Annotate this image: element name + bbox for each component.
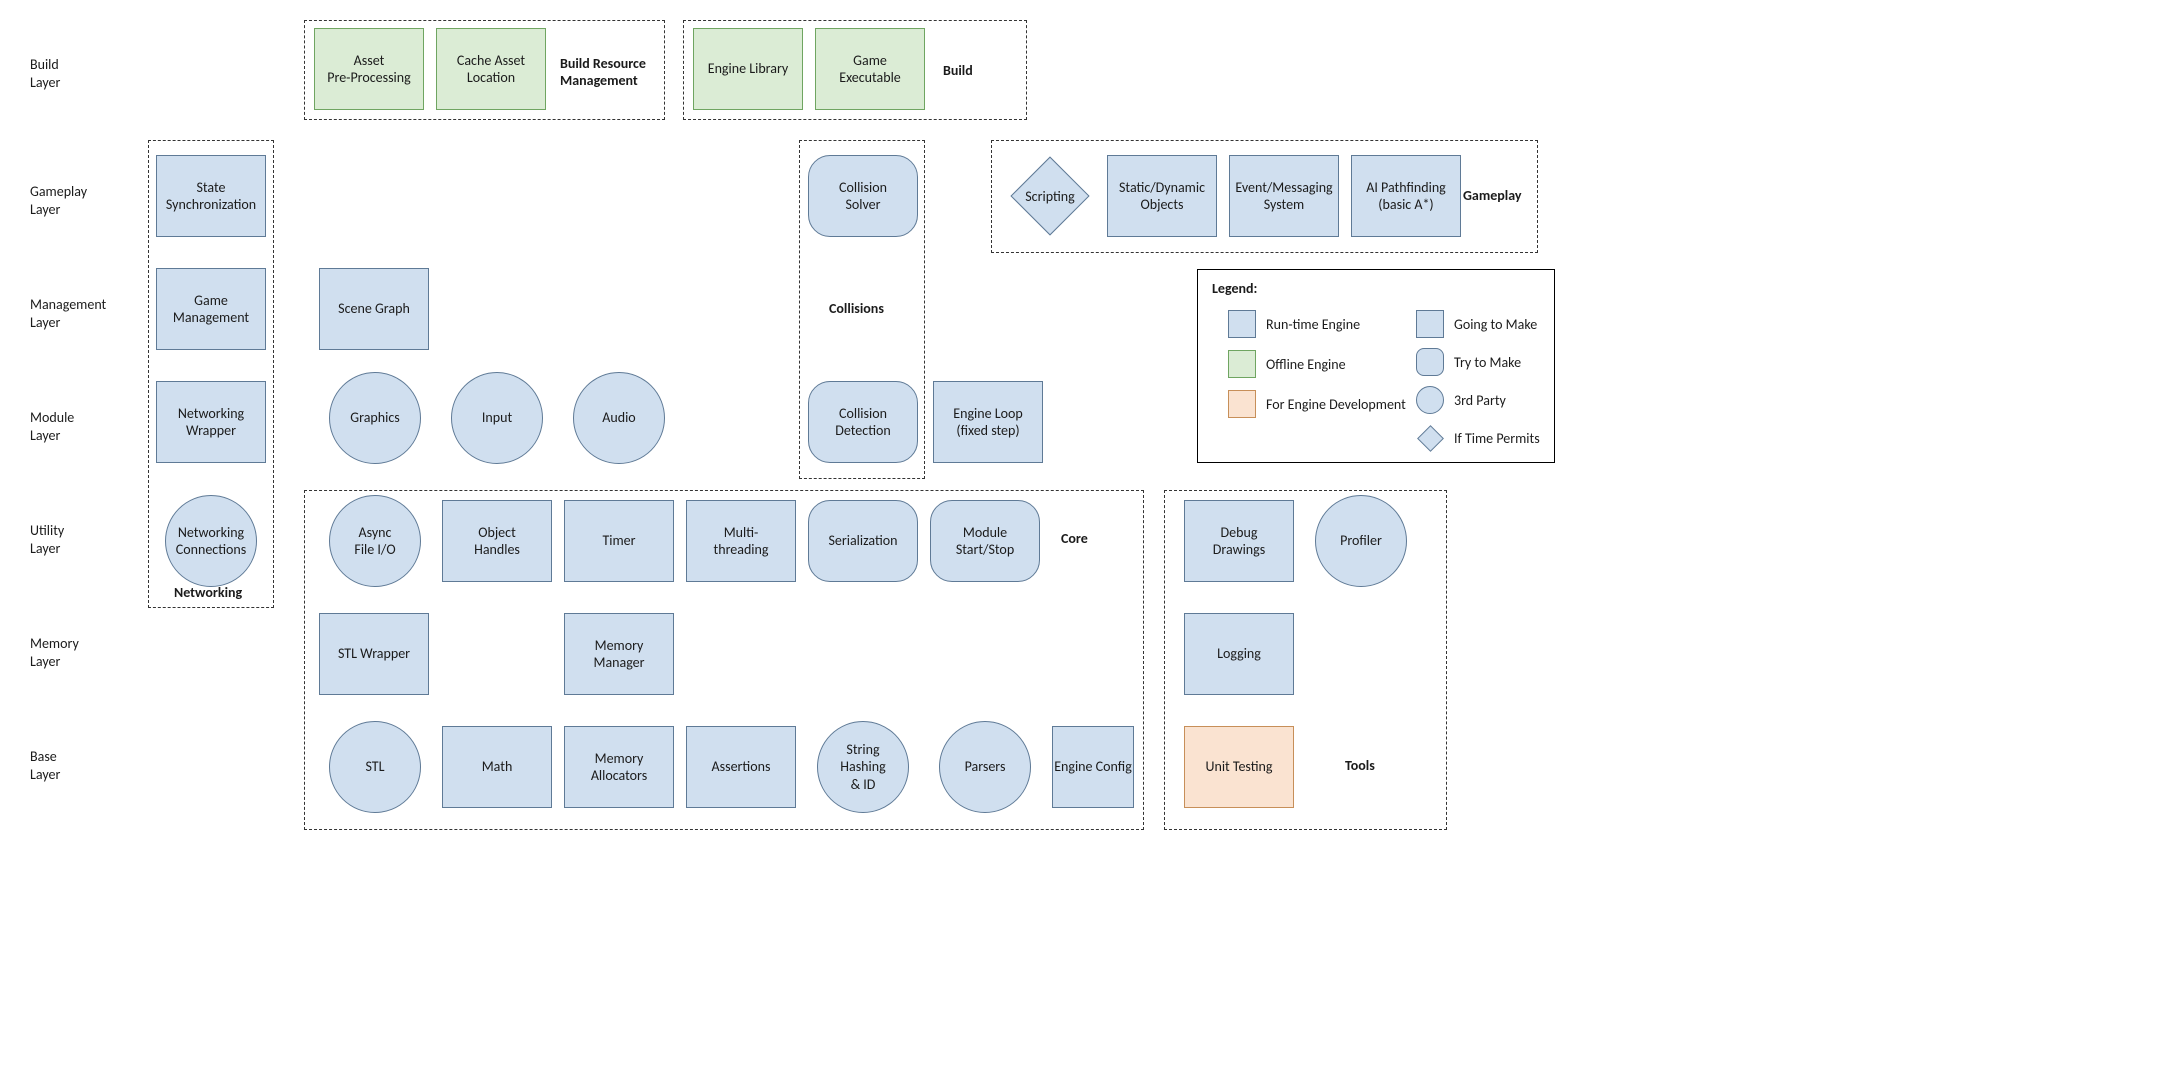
legend-item-offline: Offline Engine <box>1228 350 1346 378</box>
node-graphics: Graphics <box>329 372 421 464</box>
node-logging: Logging <box>1184 613 1294 695</box>
legend-swatch-dev <box>1228 390 1256 418</box>
node-networking-connections: Networking Connections <box>165 495 257 587</box>
layer-label-utility: Utility Layer <box>30 522 64 558</box>
node-collision-solver: Collision Solver <box>808 155 918 237</box>
node-object-handles: Object Handles <box>442 500 552 582</box>
legend-swatch-if-time-wrap <box>1416 424 1444 452</box>
node-stl-wrapper: STL Wrapper <box>319 613 429 695</box>
node-cache-asset-location: Cache Asset Location <box>436 28 546 110</box>
group-label-core: Core <box>1061 530 1088 547</box>
node-game-executable: Game Executable <box>815 28 925 110</box>
node-unit-testing: Unit Testing <box>1184 726 1294 808</box>
legend-swatch-try <box>1416 348 1444 376</box>
node-asset-pre-processing: Asset Pre-Processing <box>314 28 424 110</box>
legend-swatch-offline <box>1228 350 1256 378</box>
node-assertions: Assertions <box>686 726 796 808</box>
layer-label-management: Management Layer <box>30 296 106 332</box>
node-scripting-label: Scripting <box>1022 168 1078 224</box>
layer-label-build: Build Layer <box>30 56 60 92</box>
legend-swatch-if-time <box>1417 425 1444 452</box>
node-stl: STL <box>329 721 421 813</box>
legend-label-offline: Offline Engine <box>1266 356 1346 373</box>
node-timer: Timer <box>564 500 674 582</box>
layer-label-module: Module Layer <box>30 409 74 445</box>
node-math: Math <box>442 726 552 808</box>
legend-swatch-third-party <box>1416 386 1444 414</box>
legend-item-if-time: If Time Permits <box>1416 424 1540 452</box>
node-ai-pathfinding: AI Pathfinding (basic A*) <box>1351 155 1461 237</box>
node-scene-graph: Scene Graph <box>319 268 429 350</box>
node-profiler: Profiler <box>1315 495 1407 587</box>
group-label-tools: Tools <box>1345 757 1375 774</box>
node-async-file-io: Async File I/O <box>329 495 421 587</box>
node-debug-drawings: Debug Drawings <box>1184 500 1294 582</box>
node-memory-manager: Memory Manager <box>564 613 674 695</box>
legend-box: Legend: Run-time Engine Offline Engine F… <box>1197 269 1555 463</box>
node-engine-library: Engine Library <box>693 28 803 110</box>
node-input: Input <box>451 372 543 464</box>
legend-item-going: Going to Make <box>1416 310 1537 338</box>
node-engine-config: Engine Config <box>1052 726 1134 808</box>
legend-label-going: Going to Make <box>1454 316 1537 333</box>
node-parsers: Parsers <box>939 721 1031 813</box>
group-label-gameplay: Gameplay <box>1463 187 1522 204</box>
node-multi-threading: Multi- threading <box>686 500 796 582</box>
legend-label-try: Try to Make <box>1454 354 1521 371</box>
legend-item-dev: For Engine Development <box>1228 390 1406 418</box>
layer-label-base: Base Layer <box>30 748 60 784</box>
node-string-hashing-id: String Hashing & ID <box>817 721 909 813</box>
node-serialization: Serialization <box>808 500 918 582</box>
node-collision-detection: Collision Detection <box>808 381 918 463</box>
layer-label-gameplay: Gameplay Layer <box>30 183 87 219</box>
legend-label-if-time: If Time Permits <box>1454 430 1540 447</box>
legend-swatch-runtime <box>1228 310 1256 338</box>
legend-label-third-party: 3rd Party <box>1454 392 1506 409</box>
legend-label-runtime: Run-time Engine <box>1266 316 1360 333</box>
legend-title: Legend: <box>1212 280 1257 297</box>
group-label-build: Build <box>943 62 973 79</box>
node-networking-wrapper: Networking Wrapper <box>156 381 266 463</box>
node-memory-allocators: Memory Allocators <box>564 726 674 808</box>
node-audio: Audio <box>573 372 665 464</box>
node-event-messaging-system: Event/Messaging System <box>1229 155 1339 237</box>
legend-label-dev: For Engine Development <box>1266 396 1406 413</box>
legend-item-third-party: 3rd Party <box>1416 386 1506 414</box>
node-scripting: Scripting <box>1022 168 1078 224</box>
node-static-dynamic-objects: Static/Dynamic Objects <box>1107 155 1217 237</box>
group-label-collisions: Collisions <box>829 300 884 317</box>
legend-swatch-going <box>1416 310 1444 338</box>
group-label-build-resource-management: Build Resource Management <box>560 55 646 89</box>
node-game-management: Game Management <box>156 268 266 350</box>
legend-item-try: Try to Make <box>1416 348 1521 376</box>
node-state-synchronization: State Synchronization <box>156 155 266 237</box>
diagram-canvas: Build Layer Gameplay Layer Management La… <box>0 0 2158 1066</box>
node-module-start-stop: Module Start/Stop <box>930 500 1040 582</box>
node-engine-loop: Engine Loop (fixed step) <box>933 381 1043 463</box>
legend-item-runtime: Run-time Engine <box>1228 310 1360 338</box>
layer-label-memory: Memory Layer <box>30 635 79 671</box>
